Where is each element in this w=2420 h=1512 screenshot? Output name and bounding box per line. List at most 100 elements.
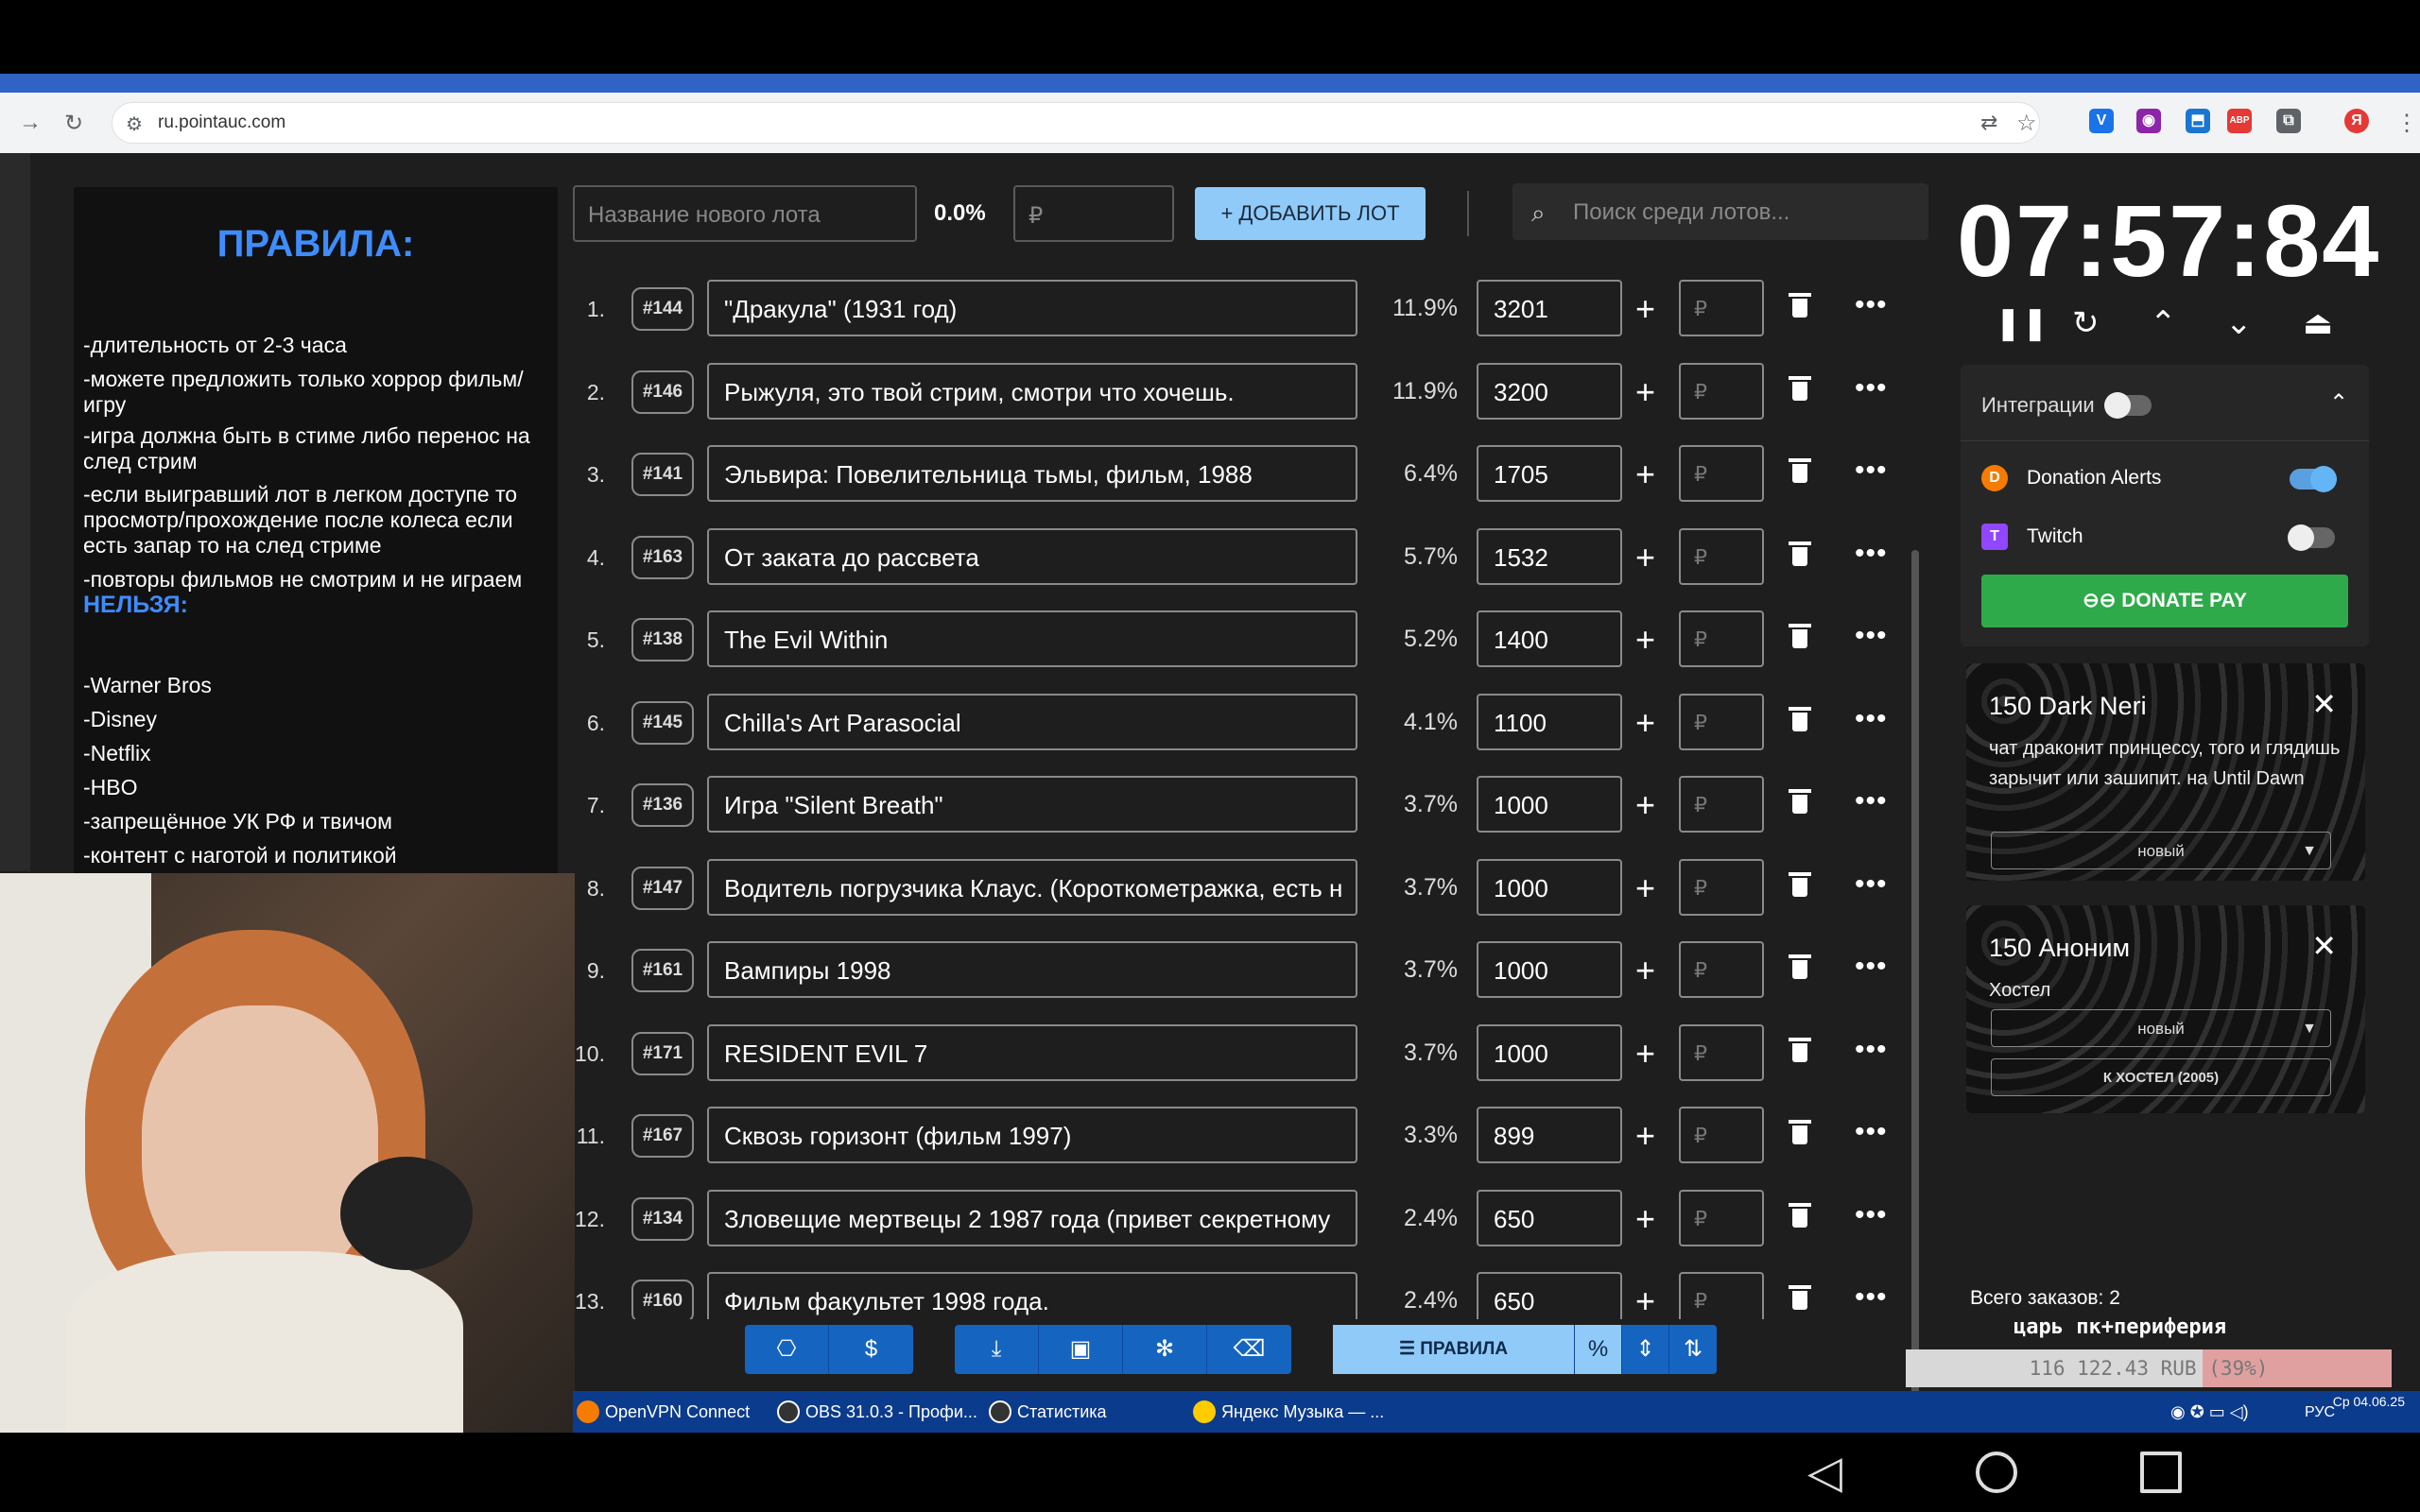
plus-icon[interactable]: + [1635,455,1655,494]
lot-add-amount-input[interactable]: ₽ [1679,1107,1764,1163]
bookmark-star-icon[interactable]: ☆ [2016,110,2037,137]
donation-status-select[interactable]: новый ▼ [1991,832,2331,869]
percent-toggle-button[interactable]: % [1575,1325,1622,1374]
taskbar-item-stats[interactable]: Статистика [985,1391,1107,1433]
extension-translate-icon[interactable]: ⬒ [2186,109,2210,133]
extension-shield-icon[interactable]: ◉ [2136,109,2161,133]
plus-icon[interactable]: + [1635,1199,1655,1239]
more-options-icon[interactable]: ••• [1855,785,1888,817]
lot-add-amount-input[interactable]: ₽ [1679,1023,1764,1081]
lot-amount-input[interactable]: 1705 [1477,445,1622,502]
lot-amount-input[interactable]: 1532 [1477,527,1622,585]
save-icon[interactable]: ▣ [1039,1325,1123,1374]
lot-id-badge[interactable]: #161 [631,949,694,992]
lot-name-input[interactable]: Фильм факультет 1998 года. [707,1272,1357,1319]
url-field[interactable]: ⚙ ru.pointauc.com ⇄ ☆ [112,102,2040,144]
lot-list-scrollbar[interactable] [1911,550,1919,1457]
browser-menu-icon[interactable]: ⋮ [2395,110,2418,137]
profile-avatar[interactable]: Я [2344,109,2369,133]
lot-name-input[interactable]: Вампиры 1998 [707,941,1357,998]
plus-icon[interactable]: + [1635,1034,1655,1074]
plus-icon[interactable]: + [1635,289,1655,329]
lot-name-input[interactable]: От заката до рассвета [707,527,1357,585]
lot-amount-input[interactable]: 1400 [1477,610,1622,667]
trash-icon[interactable] [1789,1285,1811,1312]
trash-icon[interactable] [1789,458,1811,485]
chevron-down-icon[interactable]: ⌄ [2225,304,2253,342]
lot-name-input[interactable]: Игра "Silent Breath" [707,776,1357,833]
lot-id-badge[interactable]: #144 [631,287,694,331]
extension-adblock-icon[interactable]: ABP [2227,109,2252,133]
lot-name-input[interactable]: Водитель погрузчика Клаус. (Короткометра… [707,858,1357,916]
integrations-toggle[interactable] [2104,392,2152,419]
rules-toggle-button[interactable]: ☰ ПРАВИЛА [1333,1325,1575,1374]
donation-card[interactable]: 150 Аноним ✕ Хостел новый ▼ К ХОСТЕЛ (200… [1966,905,2365,1113]
donate-pay-button[interactable]: ⊖⊖ DONATE PAY [1981,575,2348,627]
recents-icon[interactable] [2140,1452,2182,1493]
reload-icon[interactable]: ↻ [64,110,83,137]
lot-amount-input[interactable]: 650 [1477,1189,1622,1246]
trash-icon[interactable] [1789,1120,1811,1146]
tray-icons[interactable]: ◉ ✪ ▭ ◁) [2170,1402,2249,1422]
lot-id-badge[interactable]: #146 [631,369,694,414]
lot-add-amount-input[interactable]: ₽ [1679,610,1764,667]
donation-status-select[interactable]: новый ▼ [1991,1009,2331,1047]
lot-add-amount-input[interactable]: ₽ [1679,693,1764,750]
forward-icon[interactable]: → [19,110,42,136]
taskbar-item-openvpn[interactable]: OpenVPN Connect [573,1391,750,1433]
trash-icon[interactable] [1789,624,1811,650]
plus-icon[interactable]: + [1635,372,1655,412]
lot-name-input[interactable]: The Evil Within [707,610,1357,667]
tray-clock[interactable]: Ср 04.06.25 [2333,1393,2405,1410]
github-icon[interactable]: ⎔ [745,1325,829,1374]
lot-name-input[interactable]: Эльвира: Повелительница тьмы, фильм, 198… [707,445,1357,502]
lot-id-badge[interactable]: #134 [631,1196,694,1241]
lot-id-badge[interactable]: #141 [631,453,694,496]
lot-amount-input[interactable]: 1100 [1477,693,1622,750]
lot-add-amount-input[interactable]: ₽ [1679,1189,1764,1246]
clear-icon[interactable]: ⌫ [1207,1325,1291,1374]
lot-add-amount-input[interactable]: ₽ [1679,445,1764,502]
more-options-icon[interactable]: ••• [1855,1034,1888,1066]
lot-name-input[interactable]: Зловещие мертвецы 2 1987 года (привет се… [707,1189,1357,1246]
trash-icon[interactable] [1789,1202,1811,1229]
lot-id-badge[interactable]: #147 [631,866,694,910]
more-options-icon[interactable]: ••• [1855,703,1888,735]
trash-icon[interactable] [1789,1037,1811,1064]
trash-icon[interactable] [1789,706,1811,733]
more-options-icon[interactable]: ••• [1855,620,1888,652]
donation-card[interactable]: 150 Dark Neri ✕ чат драконит принцессу, … [1966,663,2365,881]
sort-icon[interactable]: ⇅ [1669,1325,1717,1374]
home-icon[interactable] [1976,1452,2017,1493]
donation-alerts-toggle[interactable] [2290,466,2337,492]
add-lot-button[interactable]: + ДОБАВИТЬ ЛОТ [1195,187,1426,240]
download-icon[interactable]: ⤓ [955,1325,1039,1374]
more-options-icon[interactable]: ••• [1855,951,1888,983]
plus-icon[interactable]: + [1635,1116,1655,1156]
trash-icon[interactable] [1789,789,1811,816]
twitch-toggle[interactable] [2288,524,2335,551]
lot-amount-input[interactable]: 3200 [1477,362,1622,420]
taskbar-item-obs[interactable]: OBS 31.0.3 - Профи... [773,1391,977,1433]
new-lot-price-input[interactable]: ₽ [1013,185,1174,242]
more-options-icon[interactable]: ••• [1855,455,1888,487]
plus-icon[interactable]: + [1635,620,1655,660]
lot-add-amount-input[interactable]: ₽ [1679,1272,1764,1319]
extension-v-icon[interactable]: V [2089,109,2114,133]
lot-id-badge[interactable]: #138 [631,618,694,662]
lot-name-input[interactable]: Сквозь горизонт (фильм 1997) [707,1107,1357,1163]
plus-icon[interactable]: + [1635,868,1655,908]
compress-icon[interactable]: ⇕ [1622,1325,1669,1374]
lot-id-badge[interactable]: #167 [631,1114,694,1158]
eject-icon[interactable]: ⏏ [2303,304,2333,342]
plus-icon[interactable]: + [1635,785,1655,825]
lot-add-amount-input[interactable]: ₽ [1679,776,1764,833]
trash-icon[interactable] [1789,293,1811,319]
close-icon[interactable]: ✕ [2311,928,2337,964]
close-icon[interactable]: ✕ [2311,686,2337,722]
chevron-up-icon[interactable]: ⌃ [2150,304,2177,342]
plus-icon[interactable]: + [1635,703,1655,743]
lot-add-amount-input[interactable]: ₽ [1679,858,1764,916]
more-options-icon[interactable]: ••• [1855,1199,1888,1231]
taskbar-item-yandex-music[interactable]: Яндекс Музыка — ... [1189,1391,1384,1433]
